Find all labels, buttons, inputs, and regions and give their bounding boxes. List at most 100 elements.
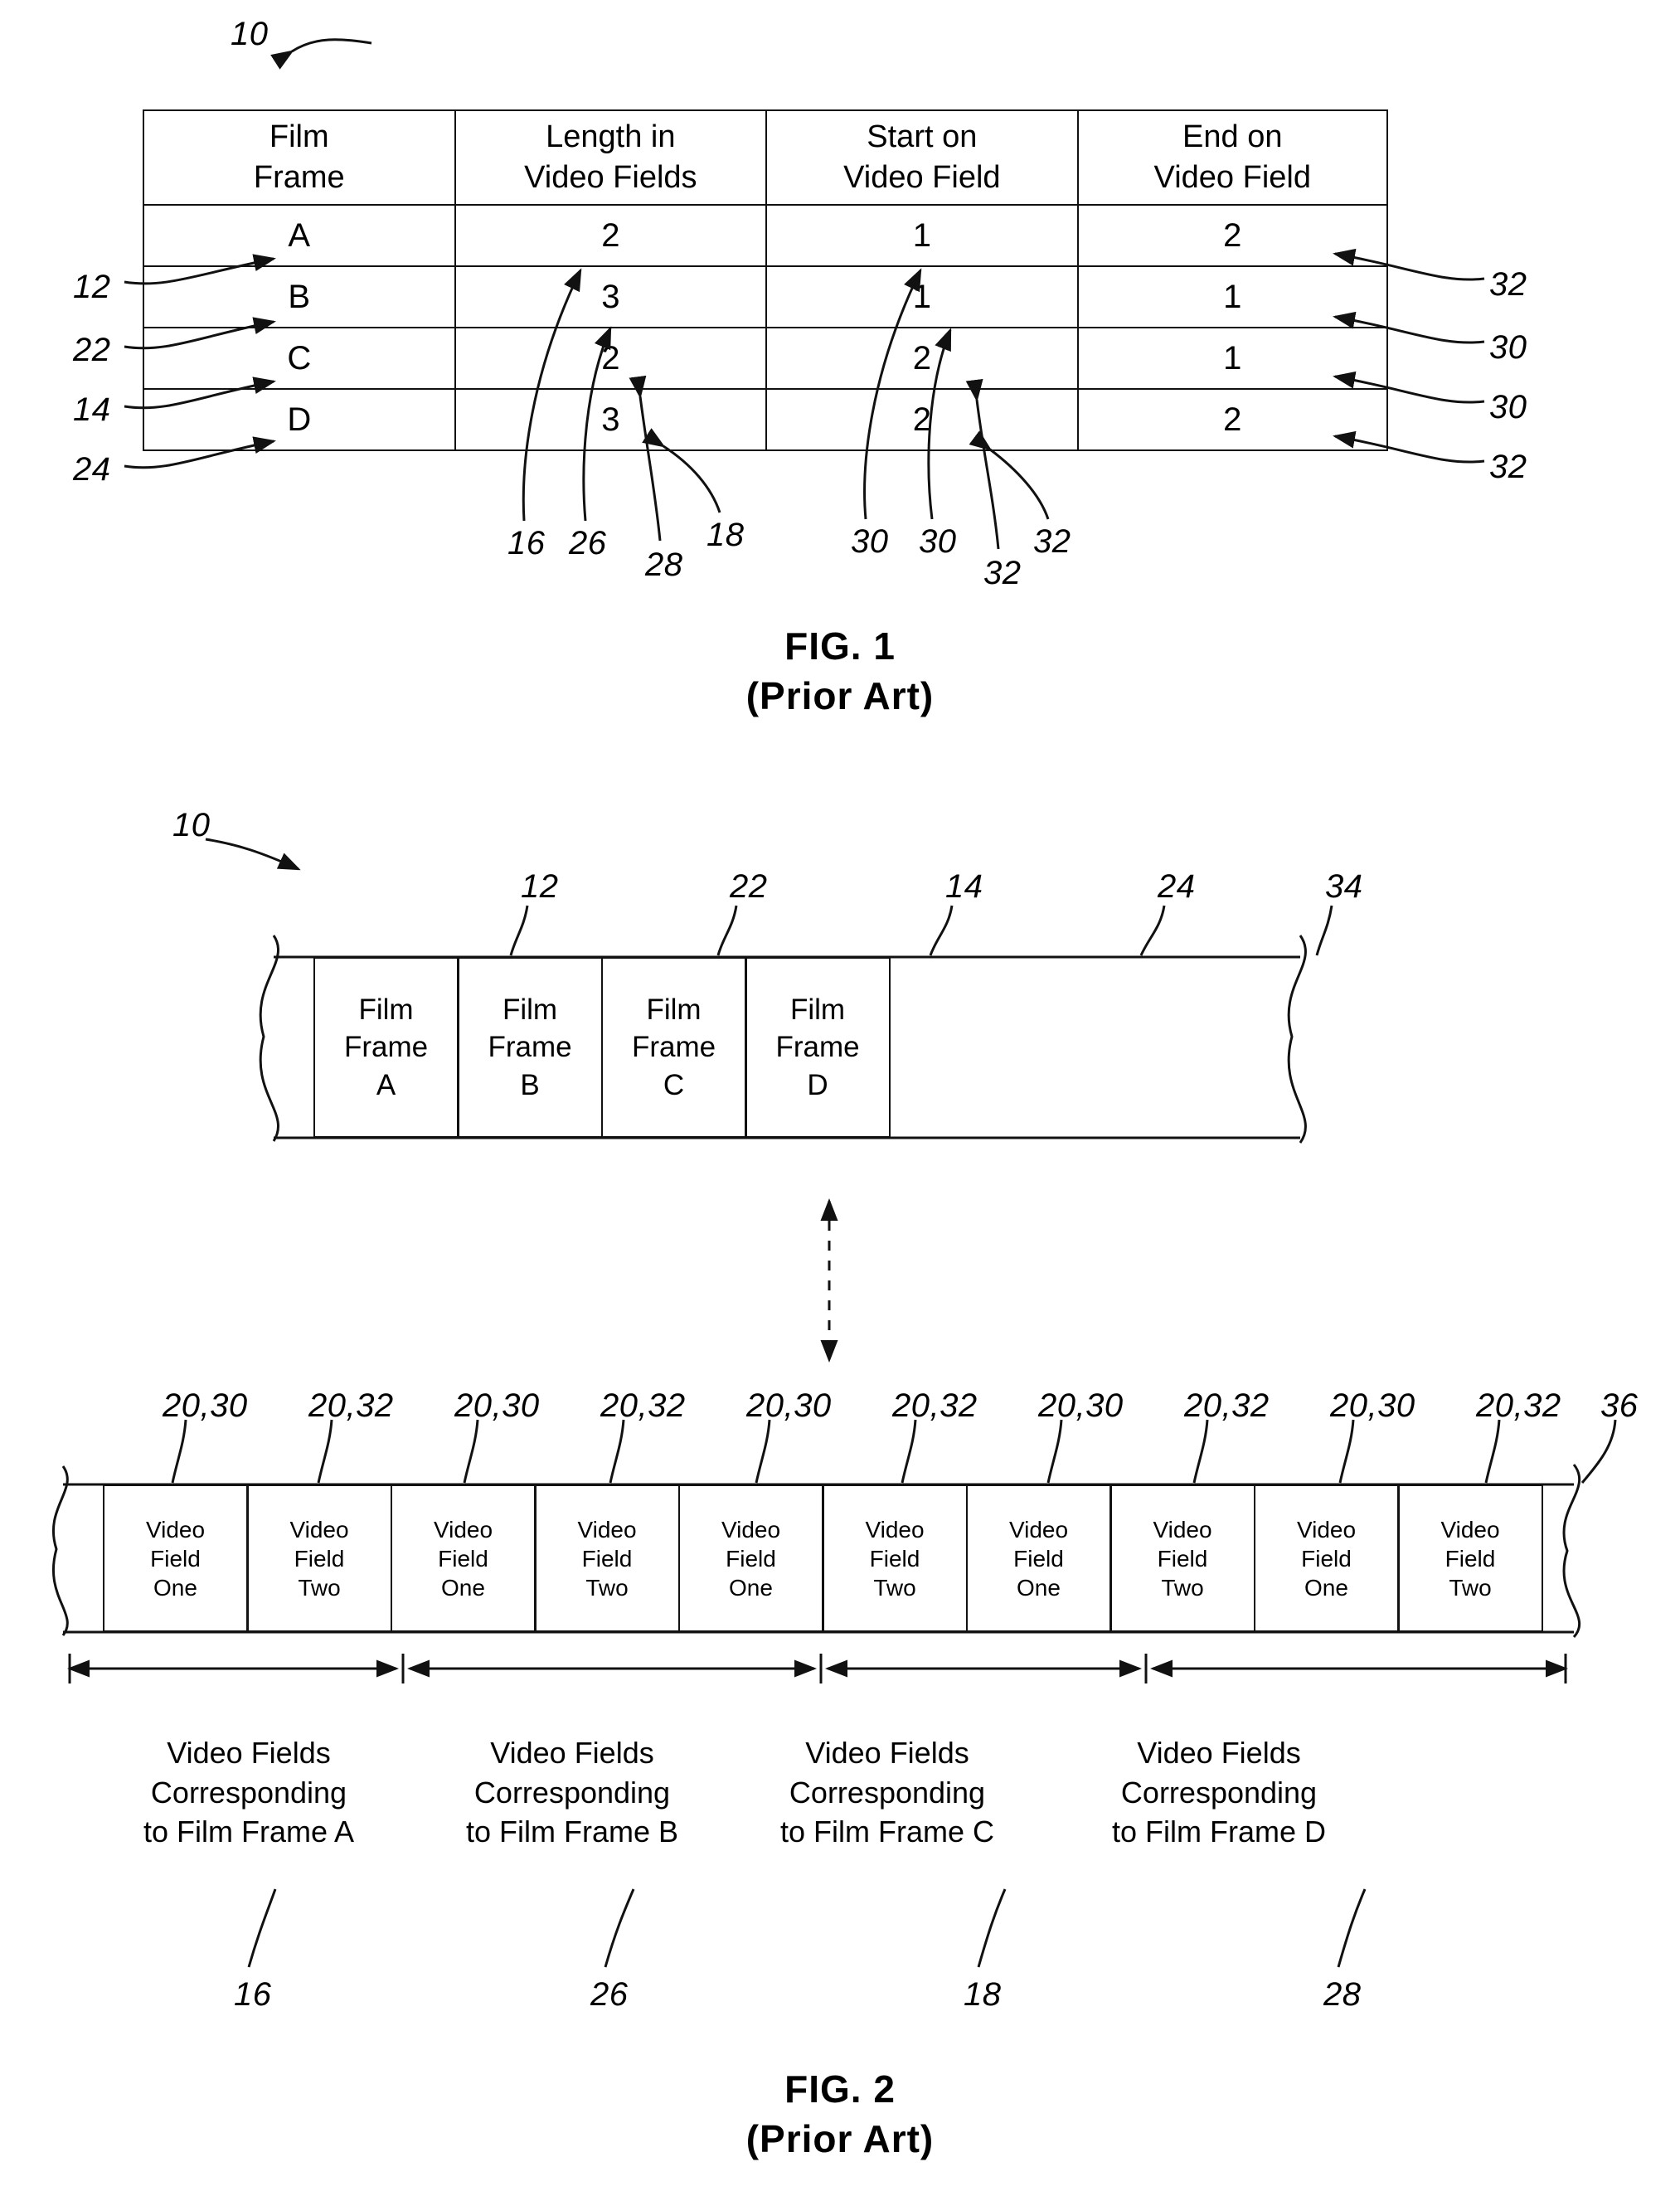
- group-caption-frame-d: Video Fields Corresponding to Film Frame…: [1111, 1736, 1326, 1849]
- video-field-box-9-label: Video Field One: [1296, 1516, 1357, 1601]
- ref-18-group-c: 18: [964, 1976, 1002, 2013]
- cell-length: 2: [454, 327, 768, 390]
- cell-length: 2: [454, 204, 768, 267]
- video-field-box-1-label: Video Field One: [145, 1516, 206, 1601]
- fig2-caption-line1: FIG. 2: [784, 2067, 896, 2111]
- video-field-box-4: Video Field Two: [534, 1484, 680, 1632]
- table-row: C 2 2 1: [143, 327, 1389, 390]
- ref-16: 16: [507, 525, 546, 561]
- ref-28-group-d: 28: [1323, 1976, 1362, 2013]
- cell-end-value: 1: [1223, 339, 1242, 377]
- cell-frame-value: D: [287, 401, 312, 438]
- column-header-film-frame-label: Film Frame: [253, 119, 345, 195]
- cell-length: 3: [454, 265, 768, 328]
- group-caption-frame-b: Video Fields Corresponding to Film Frame…: [465, 1736, 679, 1849]
- ref-12: 12: [73, 269, 111, 305]
- ref-20-30-field-7: 20,30: [1038, 1387, 1124, 1424]
- film-frame-box-b-label: Film Frame B: [488, 993, 572, 1101]
- cell-end: 1: [1076, 327, 1389, 390]
- cell-frame: B: [143, 265, 456, 328]
- ref-30-row-c: 30: [1489, 389, 1527, 425]
- video-field-box-6-label: Video Field Two: [865, 1516, 925, 1601]
- cell-length-value: 3: [601, 401, 620, 438]
- group-caption-frame-c: Video Fields Corresponding to Film Frame…: [779, 1736, 994, 1849]
- ref-32-start-c: 32: [983, 555, 1022, 591]
- ref-20-30-field-3: 20,30: [454, 1387, 540, 1424]
- cell-frame-value: A: [288, 216, 311, 254]
- video-field-box-7-label: Video Field One: [1008, 1516, 1069, 1601]
- fig2-assembly-ref: 10: [172, 807, 211, 843]
- fig2-caption-line2: (Prior Art): [745, 2117, 935, 2160]
- ref-36-video-strip-end: 36: [1600, 1387, 1639, 1424]
- fig1-assembly-ref: 10: [231, 16, 269, 52]
- film-frame-box-c: Film Frame C: [600, 957, 747, 1138]
- column-header-length-in-video-fields: Length in Video Fields: [454, 109, 768, 206]
- film-frame-box-c-label: Film Frame C: [631, 993, 716, 1101]
- cell-end: 1: [1076, 265, 1389, 328]
- video-field-box-3: Video Field One: [390, 1484, 537, 1632]
- cell-start: 1: [765, 204, 1079, 267]
- video-field-box-8: Video Field Two: [1109, 1484, 1255, 1632]
- column-header-end-label: End on Video Field: [1153, 119, 1311, 195]
- cell-frame: A: [143, 204, 456, 267]
- column-header-end-on-video-field: End on Video Field: [1076, 109, 1389, 206]
- ref-20-30-field-1: 20,30: [163, 1387, 248, 1424]
- video-field-box-3-label: Video Field One: [433, 1516, 493, 1601]
- ref-20-30-field-5: 20,30: [746, 1387, 832, 1424]
- cell-start: 1: [765, 265, 1079, 328]
- ref-14-frame-c: 14: [945, 868, 983, 905]
- cell-start-value: 2: [912, 339, 931, 377]
- cell-start: 2: [765, 388, 1079, 451]
- ref-12-frame-a: 12: [521, 868, 559, 905]
- cell-start: 2: [765, 327, 1079, 390]
- ref-16-group-a: 16: [234, 1976, 272, 2013]
- film-frame-box-a-label: Film Frame A: [343, 993, 429, 1101]
- cell-length-value: 2: [601, 339, 620, 377]
- ref-30-row-b: 30: [1489, 329, 1527, 366]
- ref-20-32-field-2: 20,32: [308, 1387, 394, 1424]
- column-header-length-label: Length in Video Fields: [524, 119, 697, 195]
- cell-frame: C: [143, 327, 456, 390]
- video-field-box-10-label: Video Field Two: [1440, 1516, 1500, 1601]
- film-frame-strip: Film Frame A Film Frame B Film Frame C F…: [313, 957, 891, 1138]
- video-field-box-1: Video Field One: [102, 1484, 249, 1632]
- cell-start-value: 2: [912, 401, 931, 438]
- cell-end: 2: [1076, 388, 1389, 451]
- cell-start-value: 1: [912, 216, 931, 254]
- cell-end-value: 1: [1223, 278, 1242, 315]
- ref-26-group-b: 26: [590, 1976, 629, 2013]
- video-field-box-5: Video Field One: [677, 1484, 824, 1632]
- ref-24-frame-d: 24: [1158, 868, 1196, 905]
- video-field-box-8-label: Video Field Two: [1153, 1516, 1212, 1601]
- ref-18: 18: [706, 517, 745, 553]
- ref-34-film-strip-end: 34: [1325, 868, 1363, 905]
- video-field-box-2-label: Video Field Two: [289, 1516, 349, 1601]
- film-frame-box-d: Film Frame D: [745, 957, 891, 1138]
- video-field-box-10: Video Field Two: [1397, 1484, 1543, 1632]
- ref-20-32-field-10: 20,32: [1476, 1387, 1561, 1424]
- ref-22: 22: [73, 332, 111, 368]
- cell-end-value: 2: [1223, 216, 1242, 254]
- ref-32-row-d: 32: [1489, 449, 1527, 485]
- cell-length: 3: [454, 388, 768, 451]
- ref-28: 28: [645, 547, 683, 583]
- ref-32-start-d: 32: [1033, 523, 1071, 560]
- video-field-box-4-label: Video Field Two: [577, 1516, 637, 1601]
- column-header-start-label: Start on Video Field: [843, 119, 1001, 195]
- cell-frame: D: [143, 388, 456, 451]
- ref-30-start-a: 30: [851, 523, 889, 560]
- film-frame-box-d-label: Film Frame D: [775, 993, 860, 1101]
- cell-end: 2: [1076, 204, 1389, 267]
- video-field-strip: Video Field One Video Field Two Video Fi…: [102, 1484, 1543, 1632]
- fig1-data-table: Film Frame Length in Video Fields Start …: [143, 109, 1389, 451]
- fig1-caption-line2: (Prior Art): [745, 674, 935, 717]
- table-header-row: Film Frame Length in Video Fields Start …: [143, 109, 1389, 206]
- patent-figure-sheet: 10 Film Frame Length in Video Fields Sta…: [0, 0, 1680, 2196]
- ref-22-frame-b: 22: [730, 868, 768, 905]
- column-header-film-frame: Film Frame: [143, 109, 456, 206]
- cell-end-value: 2: [1223, 401, 1242, 438]
- table-row: B 3 1 1: [143, 265, 1389, 328]
- film-frame-box-b: Film Frame B: [457, 957, 603, 1138]
- fig1-caption-line1: FIG. 1: [784, 624, 896, 668]
- ref-24: 24: [73, 451, 111, 488]
